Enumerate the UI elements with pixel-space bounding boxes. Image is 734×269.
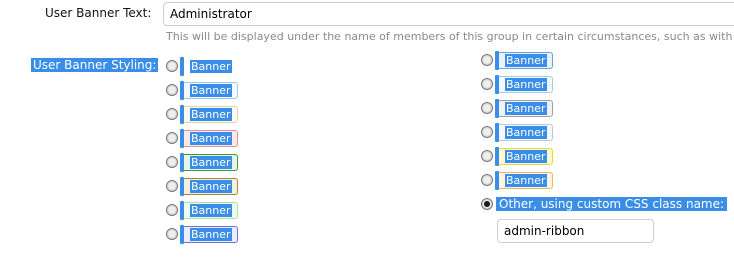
right-radio-3[interactable] [481, 102, 493, 114]
left-radio-6[interactable] [166, 180, 178, 192]
left-radio-1[interactable] [166, 60, 178, 72]
left-banner-preview-8[interactable]: Banner [180, 225, 238, 244]
left-radio-2[interactable] [166, 84, 178, 96]
user-banner-styling-label: User Banner Styling: [31, 58, 159, 72]
right-banner-label-6: Banner [505, 174, 547, 187]
custom-css-class-input[interactable]: admin-ribbon [497, 219, 654, 243]
right-radio-5[interactable] [481, 150, 493, 162]
left-banner-preview-1[interactable]: Banner [180, 57, 238, 76]
user-banner-text-label: User Banner Text: [45, 6, 152, 20]
left-banner-label-4: Banner [190, 132, 232, 145]
user-banner-text-input[interactable]: Administrator [163, 2, 734, 26]
right-radio-1[interactable] [481, 54, 493, 66]
right-banner-label-4: Banner [505, 126, 547, 139]
right-banner-preview-1[interactable]: Banner [495, 51, 553, 70]
right-banner-preview-4[interactable]: Banner [495, 123, 553, 142]
right-banner-preview-6[interactable]: Banner [495, 171, 553, 190]
right-banner-label-1: Banner [505, 54, 547, 67]
right-radio-2[interactable] [481, 78, 493, 90]
left-banner-preview-7[interactable]: Banner [180, 201, 238, 220]
right-radio-4[interactable] [481, 126, 493, 138]
left-radio-7[interactable] [166, 204, 178, 216]
other-css-class-radio[interactable] [481, 198, 493, 210]
right-banner-preview-3[interactable]: Banner [495, 99, 553, 118]
left-radio-3[interactable] [166, 108, 178, 120]
right-banner-preview-5[interactable]: Banner [495, 147, 553, 166]
left-banner-label-8: Banner [190, 228, 232, 241]
left-banner-label-7: Banner [190, 204, 232, 217]
left-banner-preview-4[interactable]: Banner [180, 129, 238, 148]
left-radio-5[interactable] [166, 156, 178, 168]
left-banner-preview-3[interactable]: Banner [180, 105, 238, 124]
right-banner-label-2: Banner [505, 78, 547, 91]
left-banner-label-1: Banner [190, 60, 232, 73]
user-banner-text-hint: This will be displayed under the name of… [166, 30, 734, 43]
left-banner-preview-2[interactable]: Banner [180, 81, 238, 100]
right-banner-label-5: Banner [505, 150, 547, 163]
left-banner-label-6: Banner [190, 180, 232, 193]
right-banner-preview-2[interactable]: Banner [495, 75, 553, 94]
right-banner-label-3: Banner [505, 102, 547, 115]
left-banner-preview-5[interactable]: Banner [180, 153, 238, 172]
other-css-class-label: Other, using custom CSS class name: [496, 197, 728, 211]
left-radio-8[interactable] [166, 228, 178, 240]
left-banner-label-5: Banner [190, 156, 232, 169]
left-banner-label-3: Banner [190, 108, 232, 121]
left-banner-preview-6[interactable]: Banner [180, 177, 238, 196]
left-radio-4[interactable] [166, 132, 178, 144]
left-banner-label-2: Banner [190, 84, 232, 97]
right-radio-6[interactable] [481, 174, 493, 186]
